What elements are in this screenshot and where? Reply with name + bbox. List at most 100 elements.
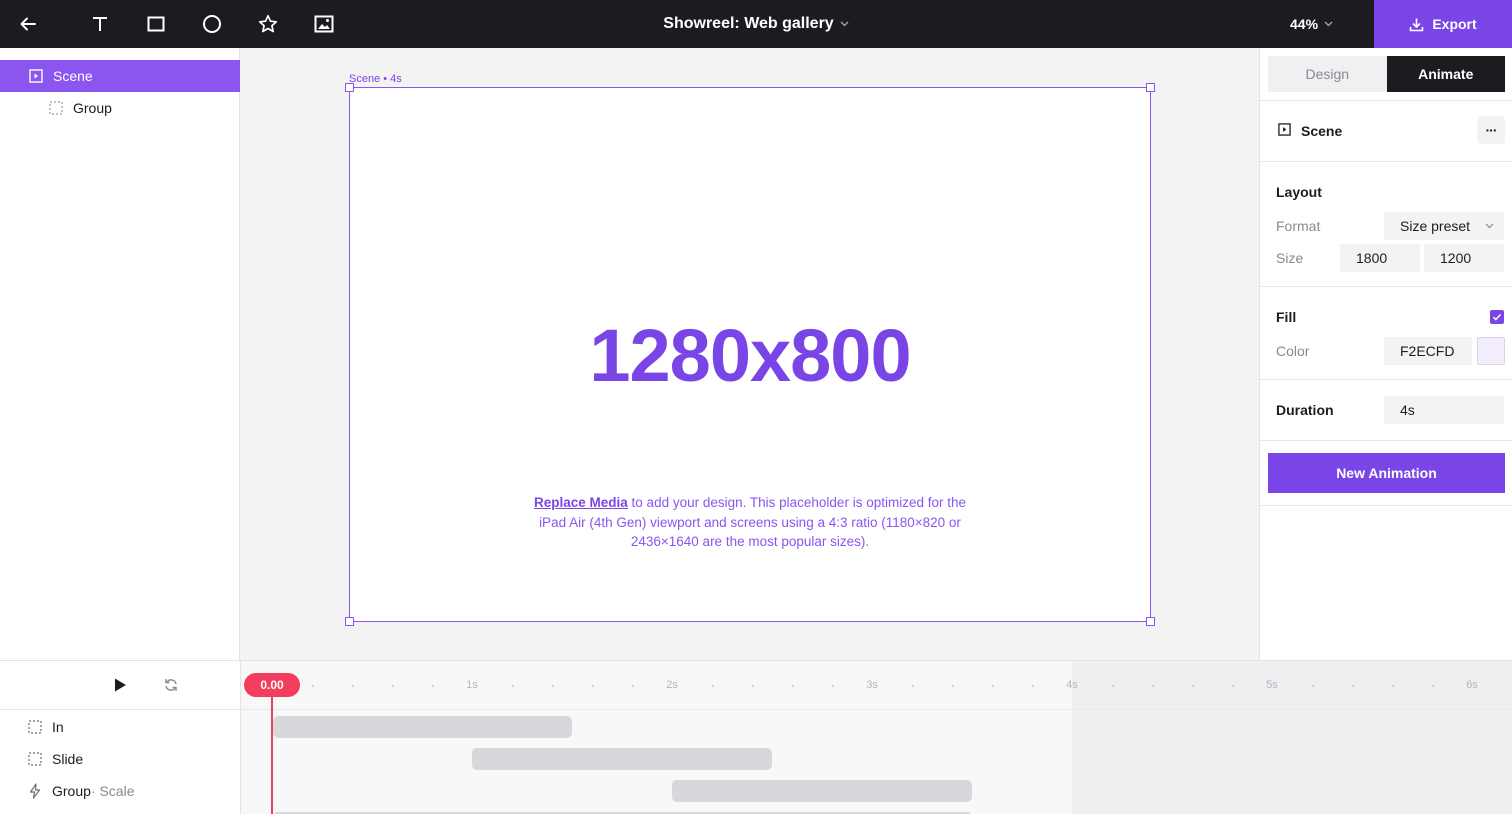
export-button[interactable]: Export: [1374, 0, 1512, 48]
layer-item-group[interactable]: Group: [0, 92, 240, 124]
export-label: Export: [1432, 16, 1477, 32]
format-value: Size preset: [1400, 218, 1471, 234]
lightning-icon: [28, 783, 42, 799]
document-title[interactable]: Showreel: Web gallery: [663, 15, 849, 33]
track-label: Slide: [52, 751, 84, 767]
ruler-dot: [752, 685, 754, 687]
timeline-tracks-panel: In Slide Group · Scale: [0, 660, 241, 814]
resize-handle-top-right[interactable]: [1146, 83, 1155, 92]
ruler-dot: [992, 685, 994, 687]
checkmark-icon: [1492, 313, 1502, 321]
format-select[interactable]: Size preset: [1384, 212, 1504, 240]
scene-icon: [1278, 123, 1291, 139]
inspector-panel: Design Animate Scene ··· Layout Format S…: [1259, 48, 1512, 660]
ruler-dot: [1232, 685, 1234, 687]
resize-handle-bottom-left[interactable]: [345, 617, 354, 626]
layer-item-scene[interactable]: Scene: [0, 60, 240, 92]
track-label: Group: [52, 783, 91, 799]
tick-label: 2s: [666, 679, 678, 691]
chevron-down-icon: [1324, 21, 1333, 27]
ruler-dot: [1192, 685, 1194, 687]
ruler-dot: [312, 685, 314, 687]
tab-animate[interactable]: Animate: [1386, 56, 1505, 92]
animation-bar-in[interactable]: [273, 716, 572, 738]
playhead[interactable]: 0.00: [244, 673, 300, 697]
ruler-dot: [592, 685, 594, 687]
tick-label: 3s: [866, 679, 878, 691]
ruler-dot: [912, 685, 914, 687]
replace-media-link[interactable]: Replace Media: [534, 495, 628, 510]
format-label: Format: [1276, 218, 1321, 234]
track-item-slide[interactable]: Slide: [28, 747, 83, 771]
chevron-down-icon: [840, 21, 849, 27]
ruler-dot: [512, 685, 514, 687]
playhead-line[interactable]: [271, 697, 273, 814]
layers-panel: Scene Group: [0, 48, 240, 660]
size-label: Size: [1276, 250, 1304, 266]
color-label: Color: [1276, 343, 1310, 359]
height-input[interactable]: 1200: [1424, 244, 1504, 272]
ruler-dot: [1112, 685, 1114, 687]
timeline-area[interactable]: 1s 2s 3s 4s 5s 6s 0.00: [241, 660, 1512, 814]
scene-icon: [29, 69, 43, 83]
dashed-box-icon: [28, 752, 42, 766]
new-animation-button[interactable]: New Animation: [1268, 453, 1505, 493]
tick-label: 5s: [1266, 679, 1278, 691]
more-icon: ···: [1485, 122, 1498, 138]
star-tool-icon[interactable]: [252, 8, 284, 40]
ruler-dot: [1032, 685, 1034, 687]
loop-button[interactable]: [159, 673, 183, 697]
scene-frame-label: Scene • 4s: [349, 73, 402, 85]
divider: [1260, 100, 1512, 101]
ruler-dot: [632, 685, 634, 687]
resize-handle-bottom-right[interactable]: [1146, 617, 1155, 626]
chevron-down-icon: [1485, 223, 1494, 229]
track-item-group-scale[interactable]: Group · Scale: [28, 779, 135, 803]
track-item-in[interactable]: In: [28, 715, 64, 739]
image-tool-icon[interactable]: [308, 8, 340, 40]
playback-controls: [0, 661, 240, 710]
tick-label: 1s: [466, 679, 478, 691]
color-swatch[interactable]: [1477, 337, 1505, 365]
duration-input[interactable]: 4s: [1384, 396, 1504, 424]
animation-bar-slide[interactable]: [472, 748, 772, 770]
resize-handle-top-left[interactable]: [345, 83, 354, 92]
layout-section-title: Layout: [1276, 184, 1322, 200]
divider: [1260, 505, 1512, 506]
group-icon: [49, 101, 63, 115]
ruler-dot: [1432, 685, 1434, 687]
track-sublabel: · Scale: [90, 783, 135, 799]
divider: [1260, 379, 1512, 380]
ruler-dot: [1152, 685, 1154, 687]
ellipse-tool-icon[interactable]: [196, 8, 228, 40]
scene-artboard[interactable]: 1280x800 Replace Media to add your desig…: [349, 87, 1151, 622]
ruler-dot: [832, 685, 834, 687]
more-options-button[interactable]: ···: [1477, 116, 1505, 144]
loop-icon: [165, 679, 177, 691]
color-hex-input[interactable]: F2ECFD: [1384, 337, 1472, 365]
ruler-dot: [712, 685, 714, 687]
rectangle-tool-icon[interactable]: [140, 8, 172, 40]
download-icon: [1410, 18, 1424, 31]
text-tool-icon[interactable]: [84, 8, 116, 40]
back-arrow-icon[interactable]: [12, 8, 44, 40]
divider: [1260, 161, 1512, 162]
placeholder-headline: 1280x800: [589, 314, 911, 397]
tab-design[interactable]: Design: [1268, 56, 1387, 92]
width-input[interactable]: 1800: [1340, 244, 1420, 272]
track-label: In: [52, 719, 64, 735]
zoom-dropdown[interactable]: 44%: [1290, 0, 1333, 48]
ruler-dot: [432, 685, 434, 687]
animation-bar-group-scale[interactable]: [672, 780, 972, 802]
ruler-dot: [392, 685, 394, 687]
divider: [1260, 286, 1512, 287]
ruler-dot: [1312, 685, 1314, 687]
play-button[interactable]: [108, 673, 132, 697]
layer-label: Group: [73, 100, 112, 116]
dashed-box-icon: [28, 720, 42, 734]
fill-checkbox[interactable]: [1490, 310, 1504, 324]
divider: [1260, 440, 1512, 441]
document-title-text: Showreel: Web gallery: [663, 15, 834, 32]
duration-label: Duration: [1276, 402, 1334, 418]
timeline-ruler[interactable]: 1s 2s 3s 4s 5s 6s: [241, 661, 1512, 710]
